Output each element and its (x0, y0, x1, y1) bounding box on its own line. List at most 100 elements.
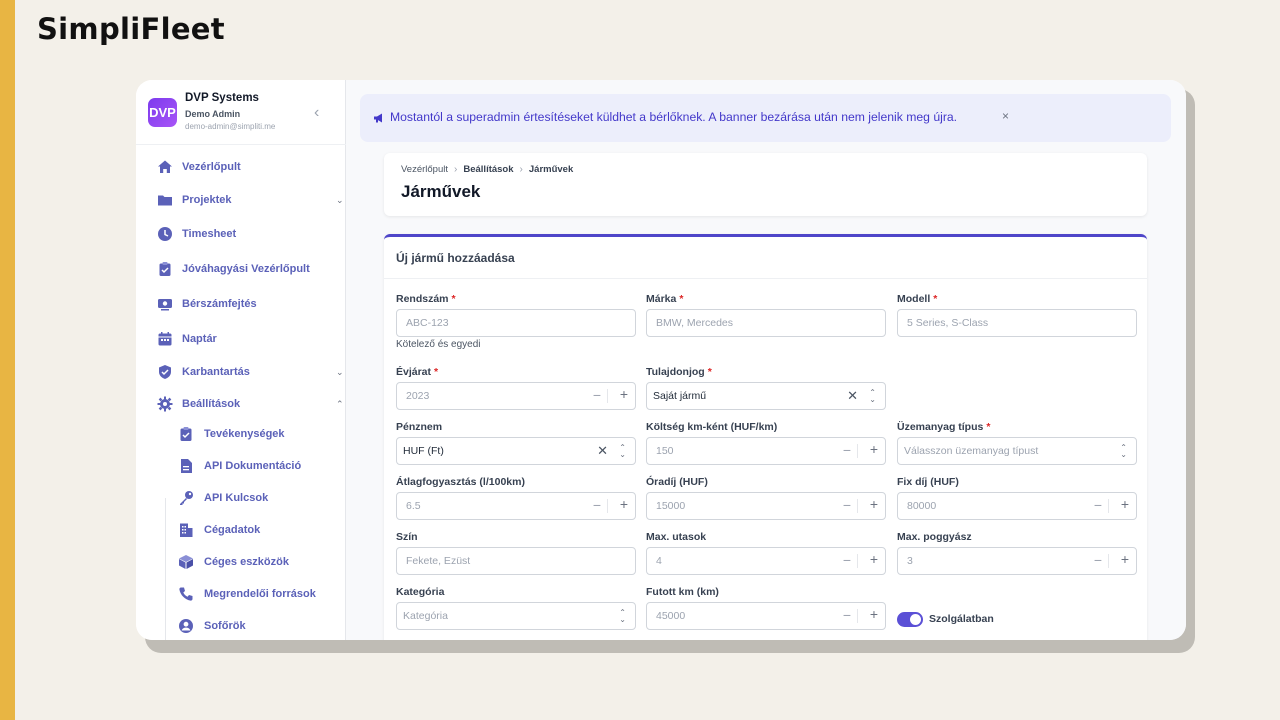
year-stepper[interactable]: 2023 − + (396, 382, 636, 410)
decrement-button[interactable]: − (1094, 552, 1102, 568)
required-marker: * (933, 293, 938, 305)
input-placeholder: 15000 (656, 500, 686, 512)
fixed-fee-field: Fix díj (HUF) 80000 − + (897, 476, 1137, 520)
increment-button[interactable]: + (620, 386, 628, 402)
sidebar-item-drivers[interactable]: Sofőrök (136, 614, 346, 638)
decrement-button[interactable]: − (1094, 497, 1102, 513)
clear-icon[interactable]: ✕ (597, 443, 608, 459)
sidebar-item-company-assets[interactable]: Céges eszközök (136, 550, 346, 574)
color-input[interactable]: Fekete, Ezüst (396, 547, 636, 575)
model-input[interactable]: 5 Series, S-Class (897, 309, 1137, 337)
increment-button[interactable]: + (870, 606, 878, 622)
increment-button[interactable]: + (870, 496, 878, 512)
org-name: DVP Systems (185, 92, 259, 104)
sidebar-item-api-docs[interactable]: API Dokumentáció (136, 454, 346, 478)
field-label: Márka (646, 293, 677, 305)
toggle-label: Szolgálatban (929, 613, 994, 625)
sidebar-item-maintenance[interactable]: Karbantartás ⌄ (136, 359, 346, 385)
consumption-field: Átlagfogyasztás (l/100km) 6.5 − + (396, 476, 636, 520)
max-passengers-stepper[interactable]: 4 − + (646, 547, 886, 575)
decrement-button[interactable]: − (593, 387, 601, 403)
folder-icon (157, 192, 173, 208)
sidebar-item-company-data[interactable]: Cégadatok (136, 518, 346, 542)
increment-button[interactable]: + (620, 496, 628, 512)
sidebar-item-approval-dashboard[interactable]: Jóváhagyási Vezérlőpult (136, 256, 346, 282)
key-icon (178, 490, 194, 506)
sidebar-item-api-keys[interactable]: API Kulcsok (136, 486, 346, 510)
currency-select[interactable]: HUF (Ft) ✕ ⌃ ⌄ (396, 437, 636, 465)
select-arrows-icon: ⌃ ⌄ (1120, 443, 1127, 459)
fuel-type-field: Üzemanyag típus * Válasszon üzemanyag típ… (897, 421, 1137, 465)
chevron-up-icon: ⌃ (336, 398, 344, 409)
hourly-rate-field: Óradíj (HUF) 15000 − + (646, 476, 886, 520)
breadcrumb-item[interactable]: Beállítások (463, 164, 513, 175)
sidebar-item-label: Megrendelői források (204, 588, 316, 600)
sidebar-item-label: API Kulcsok (204, 492, 269, 504)
user-email: demo-admin@simpliti.me (185, 122, 276, 131)
sidebar-item-label: Timesheet (182, 228, 237, 240)
sidebar-item-label: Cégadatok (204, 524, 261, 536)
decrement-button[interactable]: − (593, 497, 601, 513)
document-icon (178, 458, 194, 474)
select-arrows-icon: ⌃ ⌄ (619, 608, 626, 624)
sidebar-item-payroll[interactable]: Bérszámfejtés (136, 291, 346, 317)
sidebar-item-calendar[interactable]: Naptár (136, 326, 346, 352)
sidebar-item-activities[interactable]: Tevékenységek (136, 422, 346, 446)
make-input[interactable]: BMW, Mercedes (646, 309, 886, 337)
form-header: Új jármű hozzáadása (384, 237, 1147, 279)
consumption-stepper[interactable]: 6.5 − + (396, 492, 636, 520)
clear-icon[interactable]: ✕ (847, 388, 858, 404)
chevron-down-icon: ⌄ (336, 366, 344, 377)
sidebar-item-client-sources[interactable]: Megrendelői források (136, 582, 346, 606)
mileage-stepper[interactable]: 45000 − + (646, 602, 886, 630)
decrement-button[interactable]: − (843, 497, 851, 513)
user-circle-icon (178, 618, 194, 634)
sidebar-item-dashboard[interactable]: Vezérlőpult (136, 154, 346, 180)
max-luggage-stepper[interactable]: 3 − + (897, 547, 1137, 575)
increment-button[interactable]: + (870, 441, 878, 457)
sidebar-item-settings[interactable]: Beállítások ⌃ (136, 391, 346, 417)
org-logo: DVP (148, 98, 177, 127)
field-label: Átlagfogyasztás (l/100km) (396, 476, 525, 488)
category-select[interactable]: Kategória ⌃ ⌄ (396, 602, 636, 630)
plate-input[interactable]: ABC-123 (396, 309, 636, 337)
app-window: DVP DVP Systems Demo Admin demo-admin@si… (136, 80, 1186, 640)
breadcrumb-item[interactable]: Vezérlőpult (401, 164, 448, 175)
page-title: Járművek (401, 182, 481, 201)
chevron-left-icon[interactable]: ‹ (314, 104, 319, 122)
select-value: Saját jármű (653, 390, 707, 402)
model-field: Modell * 5 Series, S-Class (897, 293, 1137, 337)
banner-text: Mostantól a superadmin értesítéseket kül… (390, 110, 958, 124)
main-content: Mostantól a superadmin értesítéseket kül… (346, 80, 1186, 640)
field-label: Fix díj (HUF) (897, 476, 959, 488)
shield-icon (157, 364, 173, 380)
sidebar-item-timesheet[interactable]: Timesheet (136, 221, 346, 247)
required-marker: * (986, 421, 991, 433)
brand-title: SimpliFleet (37, 12, 225, 46)
increment-button[interactable]: + (870, 551, 878, 567)
required-marker: * (434, 366, 439, 378)
hourly-rate-stepper[interactable]: 15000 − + (646, 492, 886, 520)
fixed-fee-stepper[interactable]: 80000 − + (897, 492, 1137, 520)
increment-button[interactable]: + (1121, 551, 1129, 567)
cost-per-km-field: Költség km-ként (HUF/km) 150 − + (646, 421, 886, 465)
decrement-button[interactable]: − (843, 442, 851, 458)
ownership-select[interactable]: Saját jármű ✕ ⌃ ⌄ (646, 382, 886, 410)
org-switcher[interactable]: DVP DVP Systems Demo Admin demo-admin@si… (136, 80, 346, 145)
decrement-button[interactable]: − (843, 552, 851, 568)
input-placeholder: 4 (656, 555, 662, 567)
input-placeholder: 2023 (406, 390, 430, 402)
cost-per-km-stepper[interactable]: 150 − + (646, 437, 886, 465)
color-field: Szín Fekete, Ezüst (396, 531, 636, 575)
decrement-button[interactable]: − (843, 607, 851, 623)
close-icon[interactable]: × (1002, 109, 1009, 123)
sidebar-item-projects[interactable]: Projektek ⌄ (136, 187, 346, 213)
calendar-icon (157, 331, 173, 347)
required-marker: * (679, 293, 684, 305)
select-value: HUF (Ft) (403, 445, 444, 457)
in-service-toggle[interactable] (897, 612, 923, 627)
fuel-type-select[interactable]: Válasszon üzemanyag típust ⌃ ⌄ (897, 437, 1137, 465)
increment-button[interactable]: + (1121, 496, 1129, 512)
select-arrows-icon: ⌃ ⌄ (619, 443, 626, 459)
sidebar-item-label: Jóváhagyási Vezérlőpult (182, 263, 310, 275)
